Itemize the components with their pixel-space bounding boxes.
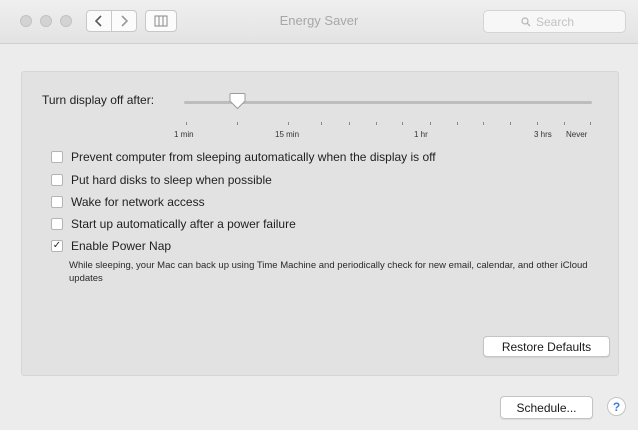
tick-label-15-min: 15 min [275,130,300,139]
search-field[interactable] [483,10,626,33]
slider-tick [288,122,289,125]
checkmark-icon: ✓ [52,240,62,251]
slider-tick [237,122,238,125]
tick-label-never: Never [566,130,588,139]
schedule-button[interactable]: Schedule... [500,396,593,419]
option-auto-startup[interactable]: Start up automatically after a power fai… [51,217,296,231]
display-sleep-label: Turn display off after: [42,93,155,107]
slider-tick [349,122,350,125]
wake-network-label: Wake for network access [71,195,205,209]
help-button[interactable]: ? [607,397,626,416]
slider-tick [321,122,322,125]
slider-tick [483,122,484,125]
prevent-sleep-label: Prevent computer from sleeping automatic… [71,150,436,164]
slider-tick [186,122,187,125]
option-wake-network[interactable]: Wake for network access [51,195,205,209]
slider-tick [376,122,377,125]
slider-tick [564,122,565,125]
slider-tick [510,122,511,125]
auto-startup-label: Start up automatically after a power fai… [71,217,296,231]
slider-tick [537,122,538,125]
option-prevent-sleep[interactable]: Prevent computer from sleeping automatic… [51,150,436,164]
slider-tick [457,122,458,125]
restore-defaults-button[interactable]: Restore Defaults [483,336,610,357]
tick-label-1-min: 1 min [174,130,194,139]
option-disk-sleep[interactable]: Put hard disks to sleep when possible [51,173,272,187]
wake-network-checkbox[interactable] [51,196,63,208]
power-nap-description: While sleeping, your Mac can back up usi… [69,260,588,284]
toolbar: Energy Saver [0,0,638,44]
search-icon [521,16,531,26]
display-sleep-slider-thumb[interactable] [229,92,246,110]
power-nap-checkbox[interactable]: ✓ [51,240,63,252]
tick-label-3-hrs: 3 hrs [534,130,552,139]
prevent-sleep-checkbox[interactable] [51,151,63,163]
slider-tick [590,122,591,125]
option-power-nap[interactable]: ✓ Enable Power Nap [51,239,171,253]
power-nap-label: Enable Power Nap [71,239,172,253]
disk-sleep-checkbox[interactable] [51,174,63,186]
search-input[interactable] [536,14,588,29]
auto-startup-checkbox[interactable] [51,218,63,230]
tick-label-1-hr: 1 hr [414,130,428,139]
slider-tick [402,122,403,125]
slider-tick [430,122,431,125]
disk-sleep-label: Put hard disks to sleep when possible [71,173,272,187]
energy-saver-window: Energy Saver Turn display off after: 1 m… [0,0,638,430]
